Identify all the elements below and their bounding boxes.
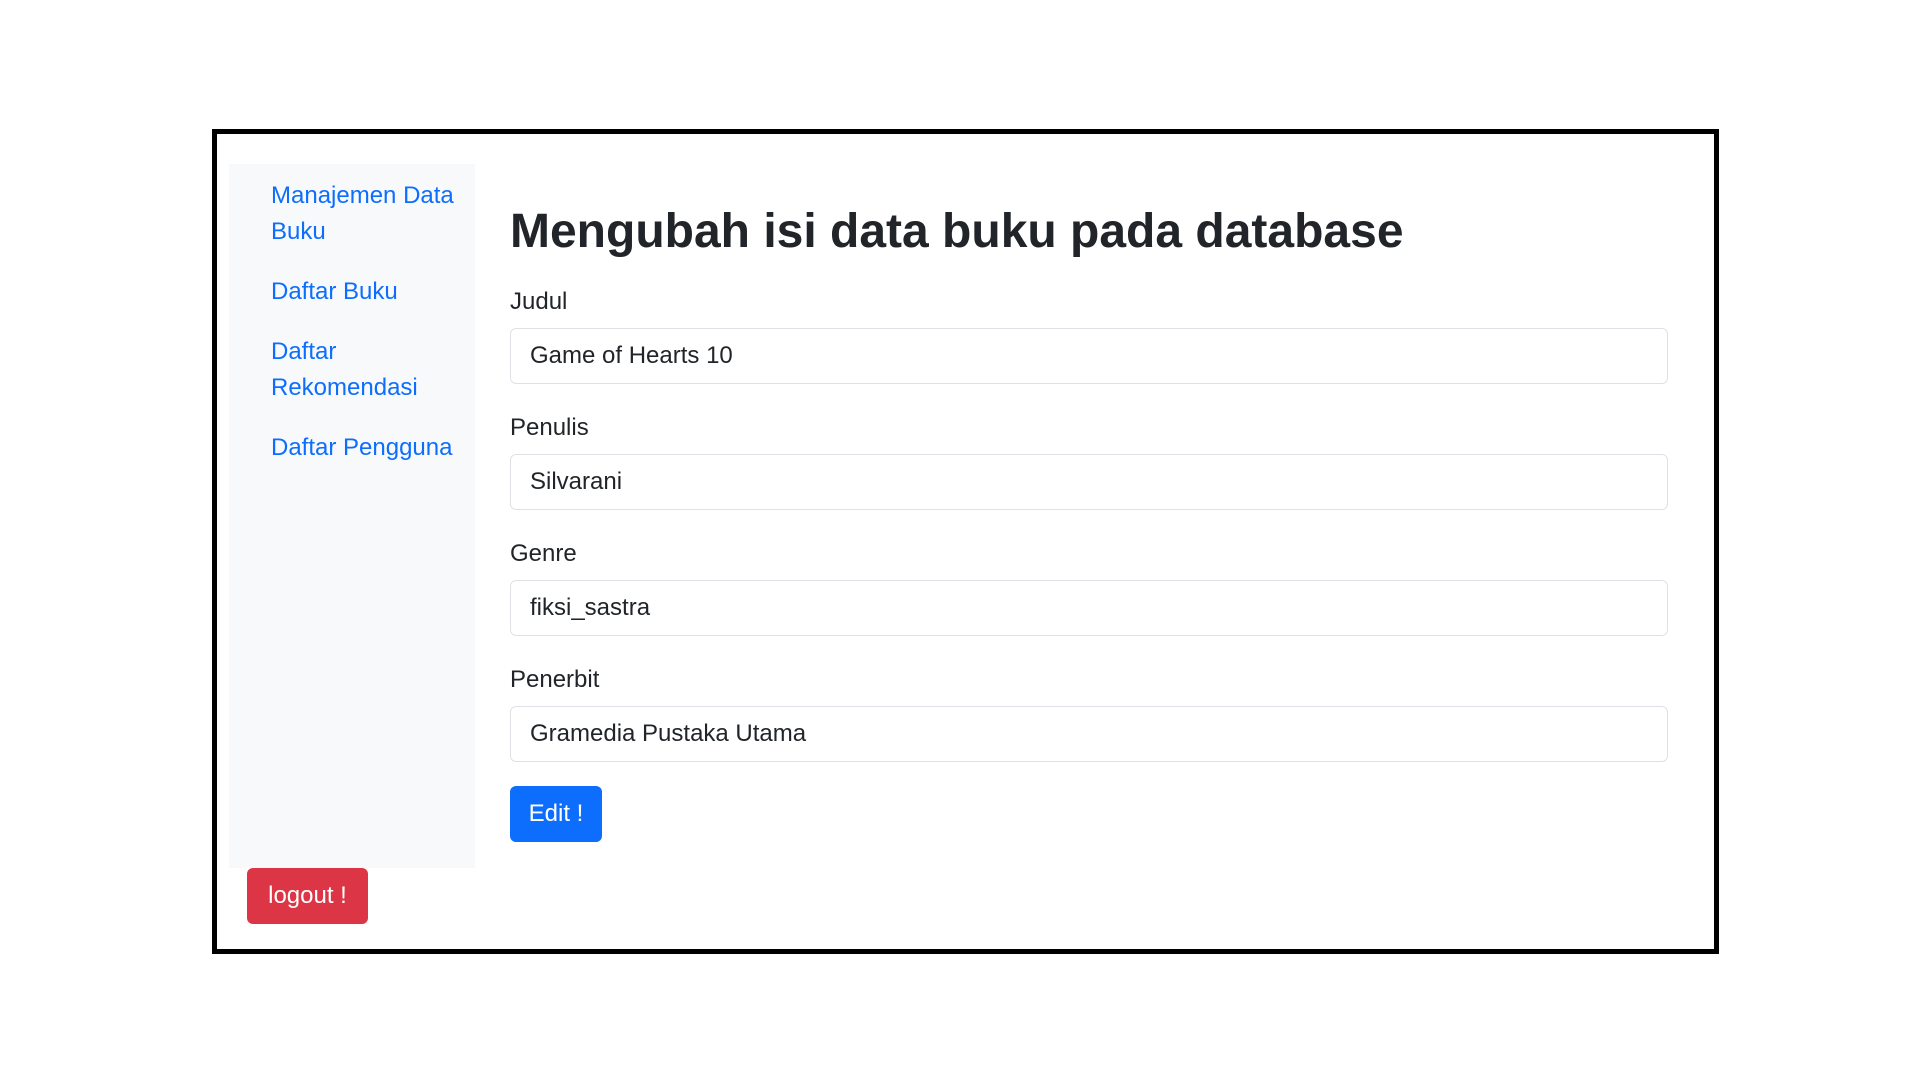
logout-button[interactable]: logout ! <box>247 868 368 924</box>
genre-label: Genre <box>510 540 577 567</box>
judul-input[interactable] <box>510 328 1668 384</box>
penulis-label: Penulis <box>510 414 589 441</box>
field-penulis: Penulis <box>510 410 1668 510</box>
sidebar-link-daftar-rekomendasi[interactable]: Daftar Rekomendasi <box>271 334 471 406</box>
field-genre: Genre <box>510 536 1668 636</box>
sidebar-link-daftar-pengguna[interactable]: Daftar Pengguna <box>271 430 471 466</box>
edit-button[interactable]: Edit ! <box>510 786 602 842</box>
sidebar-link-daftar-buku[interactable]: Daftar Buku <box>271 274 471 310</box>
penulis-input[interactable] <box>510 454 1668 510</box>
page-title: Mengubah isi data buku pada database <box>510 205 1404 258</box>
sidebar-item-daftar-rekomendasi: Daftar Rekomendasi <box>271 334 471 406</box>
sidebar: Manajemen Data Buku Daftar Buku Daftar R… <box>229 164 475 868</box>
sidebar-item-daftar-pengguna: Daftar Pengguna <box>271 430 471 466</box>
genre-input[interactable] <box>510 580 1668 636</box>
field-penerbit: Penerbit <box>510 662 1668 762</box>
sidebar-link-manajemen-data-buku[interactable]: Manajemen Data Buku <box>271 178 471 250</box>
sidebar-nav: Manajemen Data Buku Daftar Buku Daftar R… <box>271 178 471 490</box>
sidebar-item-daftar-buku: Daftar Buku <box>271 274 471 310</box>
sidebar-item-manajemen-data-buku: Manajemen Data Buku <box>271 178 471 250</box>
penerbit-label: Penerbit <box>510 666 600 693</box>
edit-book-form: Judul Penulis Genre Penerbit Edit ! <box>510 284 1668 842</box>
judul-label: Judul <box>510 288 568 315</box>
main-content: Mengubah isi data buku pada database Jud… <box>510 190 1668 842</box>
field-judul: Judul <box>510 284 1668 384</box>
penerbit-input[interactable] <box>510 706 1668 762</box>
